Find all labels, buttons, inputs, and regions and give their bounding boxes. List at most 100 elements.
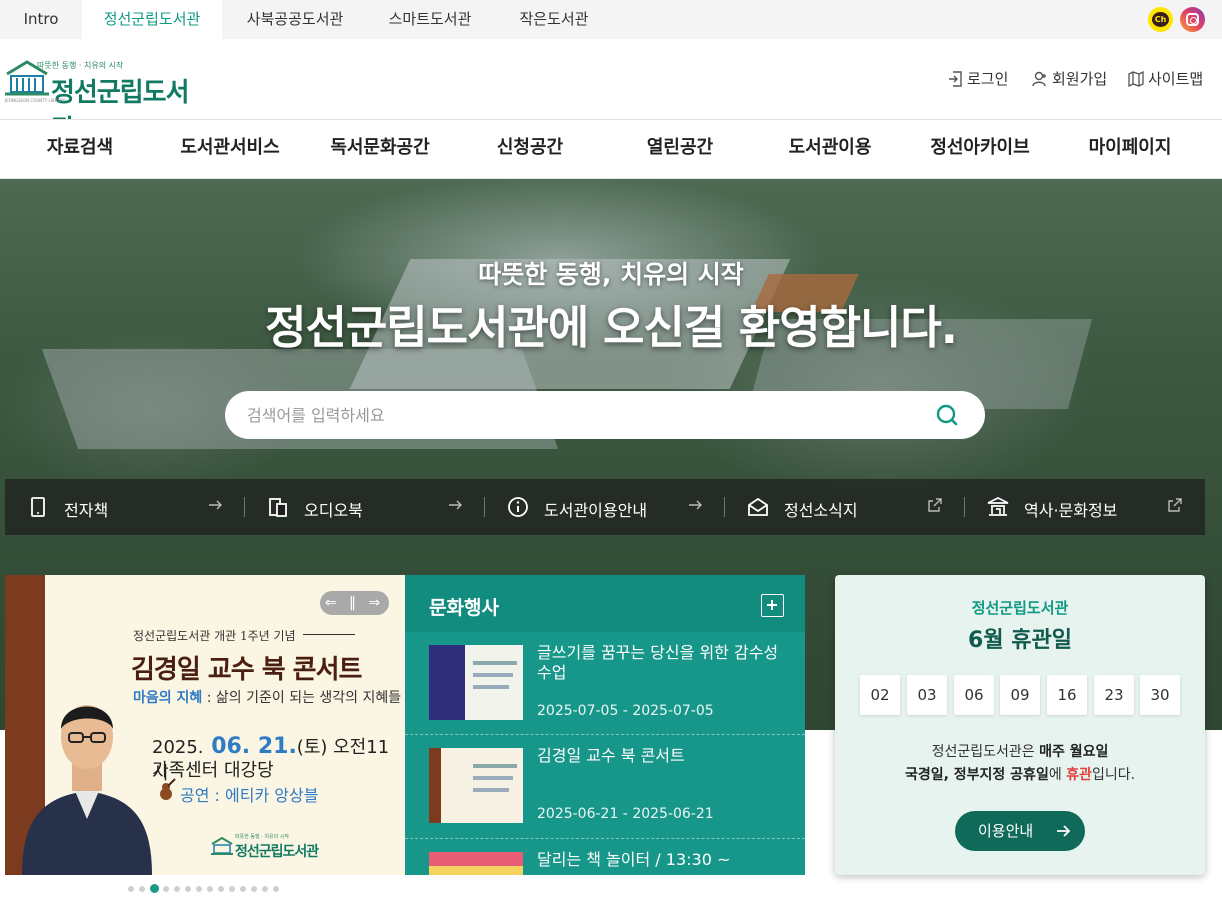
- carousel-dot[interactable]: [128, 886, 134, 892]
- nav-item-library-use[interactable]: 도서관이용: [755, 120, 905, 178]
- tab-smart-library[interactable]: 스마트도서관: [368, 0, 492, 39]
- tab-sabuk-library[interactable]: 사북공공도서관: [222, 0, 368, 39]
- logo-english: JEONGSEON COUNTY LIBRARY: [5, 98, 65, 103]
- closed-days-library: 정선군립도서관: [971, 599, 1069, 617]
- tab-jeongseon-library[interactable]: 정선군립도서관: [82, 0, 222, 39]
- login-label: 로그인: [967, 70, 1009, 88]
- carousel-dot[interactable]: [150, 884, 159, 893]
- sitemap-link[interactable]: 사이트맵: [1128, 68, 1203, 90]
- carousel-dot[interactable]: [196, 886, 202, 892]
- quick-links-bar: 전자책 오디오북 도서관이용안내 정선소식지 역사·문화정보: [5, 479, 1205, 535]
- quick-link-label: 정선소식지: [784, 501, 858, 520]
- arrow-right-icon: [209, 500, 222, 510]
- carousel-dot[interactable]: [163, 886, 169, 892]
- banner-kicker: 정선군립도서관 개관 1주년 기념: [133, 629, 296, 643]
- quick-link-label: 역사·문화정보: [1024, 501, 1118, 520]
- event-thumbnail: [429, 645, 523, 720]
- more-events-button[interactable]: [761, 594, 784, 617]
- closed-day: 30: [1140, 675, 1180, 715]
- usage-guide-label: 이용안내: [978, 822, 1034, 840]
- event-thumbnail: [429, 852, 523, 875]
- note-closed-word: 휴관: [1066, 767, 1092, 783]
- heritage-icon: [987, 497, 1009, 516]
- note-text: 정선군립도서관은: [931, 744, 1040, 760]
- join-link[interactable]: 회원가입: [1032, 68, 1107, 90]
- banner-title: 김경일 교수 북 콘서트: [131, 655, 362, 685]
- carousel-dot[interactable]: [218, 886, 224, 892]
- nav-item-applications[interactable]: 신청공간: [455, 120, 605, 178]
- login-link[interactable]: 로그인: [948, 68, 1008, 90]
- closed-day: 09: [1000, 675, 1040, 715]
- join-label: 회원가입: [1052, 70, 1108, 88]
- closed-days-note-line1: 정선군립도서관은 매주 월요일: [835, 741, 1205, 761]
- violin-icon: [160, 778, 176, 800]
- tab-small-library[interactable]: 작은도서관: [492, 0, 616, 39]
- closed-day: 06: [954, 675, 994, 715]
- search-input[interactable]: [247, 403, 927, 427]
- carousel-dot[interactable]: [229, 886, 235, 892]
- user-add-icon: [1032, 71, 1046, 87]
- closed-day: 23: [1094, 675, 1134, 715]
- closed-day: 02: [860, 675, 900, 715]
- carousel-dot[interactable]: [240, 886, 246, 892]
- mail-open-icon: [748, 497, 768, 516]
- nav-item-library-services[interactable]: 도서관서비스: [155, 120, 305, 178]
- banner-date-year: 2025.: [152, 737, 204, 758]
- carousel-dot[interactable]: [174, 886, 180, 892]
- quick-link-ebook[interactable]: 전자책: [5, 479, 245, 535]
- event-item[interactable]: 김경일 교수 북 콘서트 2025-06-21 - 2025-06-21: [405, 734, 805, 836]
- event-thumbnail: [429, 748, 523, 823]
- banner-controls[interactable]: ⇐ ‖ ⇒: [320, 591, 389, 615]
- login-icon: [949, 71, 962, 87]
- usage-guide-button[interactable]: 이용안내: [955, 811, 1085, 851]
- library-building-logo-icon: [211, 836, 233, 855]
- event-item[interactable]: 글쓰기를 꿈꾸는 당신을 위한 감수성 수업 2025-07-05 - 2025…: [405, 632, 805, 734]
- event-banner-slide[interactable]: ⇐ ‖ ⇒ 정선군립도서관 개관 1주년 기념 김경일 교수 북 콘서트 마음의…: [5, 575, 405, 875]
- kakao-channel-icon[interactable]: Ch: [1148, 7, 1173, 32]
- hero-title: 정선군립도서관에 오신걸 환영합니다.: [265, 301, 958, 354]
- carousel-dot[interactable]: [185, 886, 191, 892]
- nav-item-search[interactable]: 자료검색: [5, 120, 155, 178]
- tab-intro[interactable]: Intro: [0, 0, 82, 39]
- arrow-right-icon: [689, 500, 702, 510]
- note-text: 입니다.: [1091, 767, 1136, 783]
- carousel-dot[interactable]: [273, 886, 279, 892]
- nav-item-archive[interactable]: 정선아카이브: [905, 120, 1055, 178]
- event-title: 글쓰기를 꿈꾸는 당신을 위한 감수성 수업: [537, 643, 779, 682]
- banner-controls-icons: ⇐ ‖ ⇒: [324, 595, 385, 611]
- event-date: 2025-06-21 - 2025-06-21: [537, 806, 714, 822]
- logo-tagline: 따뜻한 동행 · 치유의 시작: [37, 61, 124, 70]
- instagram-icon[interactable]: [1180, 7, 1205, 32]
- carousel-dot[interactable]: [262, 886, 268, 892]
- closed-day: 16: [1047, 675, 1087, 715]
- speaker-photo: [22, 705, 152, 875]
- quick-link-heritage[interactable]: 역사·문화정보: [965, 479, 1205, 535]
- site-logo[interactable]: 따뜻한 동행 · 치유의 시작 정선군립도서관 JEONGSEON COUNTY…: [5, 54, 210, 145]
- event-title: 김경일 교수 북 콘서트: [537, 746, 685, 765]
- quick-link-newsletter[interactable]: 정선소식지: [725, 479, 965, 535]
- carousel-dot[interactable]: [251, 886, 257, 892]
- nav-item-open-space[interactable]: 열린공간: [605, 120, 755, 178]
- carousel-dot[interactable]: [139, 886, 145, 892]
- carousel-dot[interactable]: [207, 886, 213, 892]
- quick-link-usage-guide[interactable]: 도서관이용안내: [485, 479, 725, 535]
- map-icon: [1128, 70, 1144, 88]
- search-button[interactable]: [933, 401, 963, 431]
- banner-logo-name: 정선군립도서관: [235, 844, 319, 860]
- banner-subtitle: 마음의 지혜 : 삶의 기준이 되는 생각의 지혜들: [133, 687, 401, 707]
- closed-days-title: 6월 휴관일: [968, 628, 1072, 653]
- culture-events-header: 문화행사: [405, 575, 805, 632]
- event-item[interactable]: 달리는 책 놀이터 / 13:30 ~: [405, 838, 805, 875]
- arrow-right-icon: [1057, 825, 1071, 837]
- quick-link-audiobook[interactable]: 오디오북: [245, 479, 485, 535]
- closed-day: 03: [907, 675, 947, 715]
- culture-events-title: 문화행사: [429, 597, 499, 619]
- search-bar: [225, 391, 985, 439]
- search-icon: [936, 404, 958, 426]
- arrow-right-icon: [449, 500, 462, 510]
- note-emphasis: 매주 월요일: [1039, 744, 1109, 760]
- nav-item-mypage[interactable]: 마이페이지: [1055, 120, 1205, 178]
- nav-item-reading-culture[interactable]: 독서문화공간: [305, 120, 455, 178]
- closed-days-note-line2: 국경일, 정부지정 공휴일에 휴관입니다.: [835, 764, 1205, 784]
- main-navigation: 자료검색 도서관서비스 독서문화공간 신청공간 열린공간 도서관이용 정선아카이…: [0, 119, 1222, 179]
